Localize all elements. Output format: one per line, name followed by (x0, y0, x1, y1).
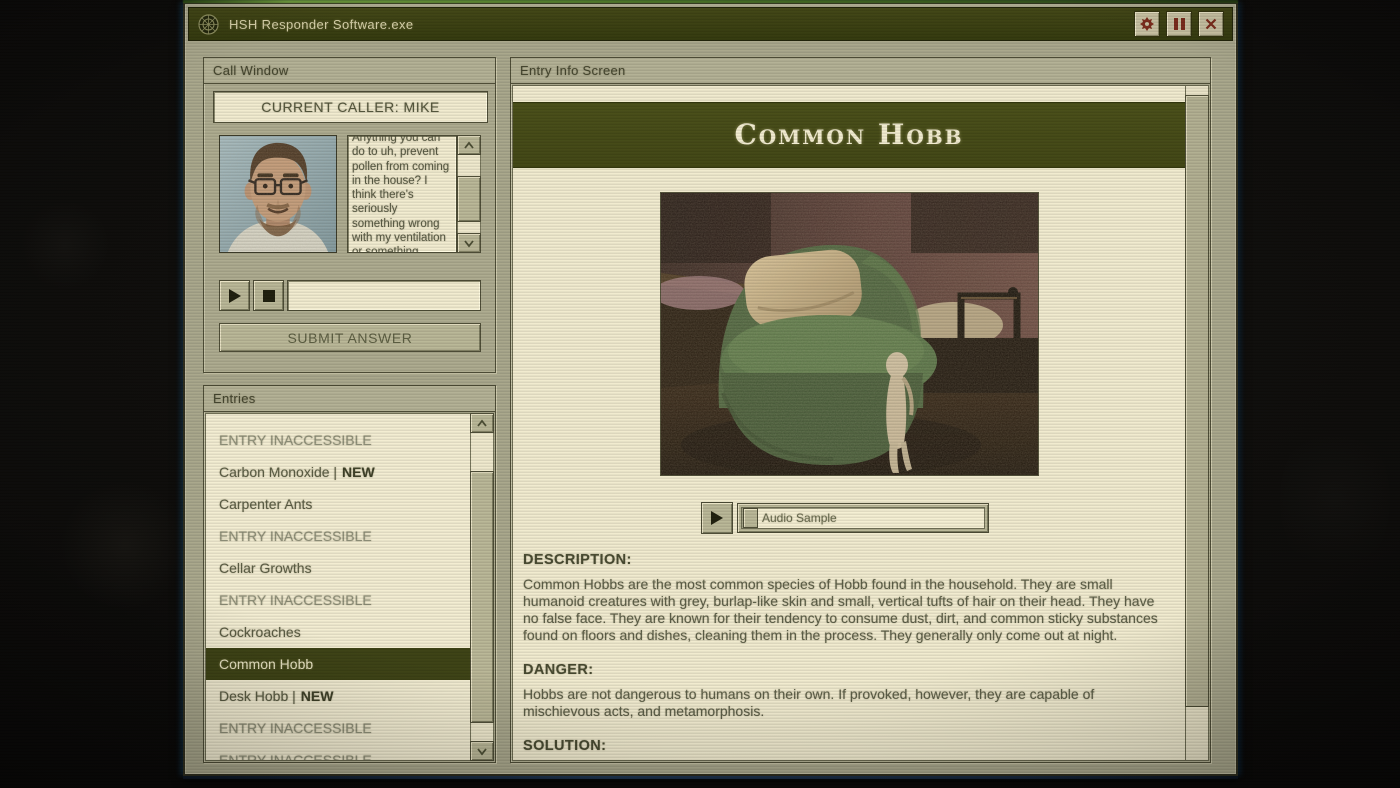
scroll-thumb[interactable] (470, 471, 494, 723)
danger-text: Hobbs are not dangerous to humans on the… (523, 686, 1171, 720)
entries-scrollbar[interactable] (470, 413, 494, 761)
entry-item-label: ENTRY INACCESSIBLE (219, 720, 372, 736)
entry-item-label: Carbon Monoxide | (219, 464, 337, 480)
entry-item[interactable]: Cellar Growths (206, 552, 470, 584)
entry-info-scroll-thumb[interactable] (1185, 95, 1209, 707)
entry-item-label: Common Hobb (219, 656, 313, 672)
window-titlebar: HSH Responder Software.exe (188, 7, 1233, 41)
crt-screen: HSH Responder Software.exe Ca (0, 0, 1400, 788)
audio-slider-handle[interactable] (743, 508, 758, 528)
entry-item-label: ENTRY INACCESSIBLE (219, 752, 372, 761)
entry-photo (660, 192, 1039, 476)
entries-header: Entries (204, 386, 495, 412)
scroll-down-button[interactable] (457, 233, 481, 253)
new-badge: NEW (342, 464, 375, 480)
scroll-up-button[interactable] (457, 135, 481, 155)
window-title: HSH Responder Software.exe (229, 17, 1128, 32)
panel-entry-info: Entry Info Screen Common Hobb (510, 57, 1211, 763)
entries-list: ENTRY INACCESSIBLE Carbon Monoxide |NEW … (205, 413, 470, 761)
audio-sample-row: Audio Sample (701, 502, 1175, 534)
entry-item[interactable]: Cockroaches (206, 616, 470, 648)
section-heading-danger: DANGER: (523, 662, 1175, 678)
entry-item-label: Cockroaches (219, 624, 301, 640)
panel-entries: Entries ENTRY INACCESSIBLE Carbon Monoxi… (203, 385, 496, 763)
play-call-button[interactable] (219, 280, 250, 311)
caller-photo (219, 135, 337, 253)
new-badge: NEW (301, 688, 334, 704)
stop-icon (263, 290, 275, 302)
submit-answer-button[interactable]: SUBMIT ANSWER (219, 323, 481, 352)
entry-title-banner: Common Hobb (513, 102, 1185, 168)
stop-call-button[interactable] (253, 280, 284, 311)
scroll-thumb[interactable] (457, 176, 481, 222)
close-icon (1204, 17, 1218, 31)
pause-icon (1174, 18, 1185, 30)
app-logo-icon (197, 13, 220, 36)
audio-progress-group: Audio Sample (737, 503, 989, 533)
call-transcript: Anything you can do to uh, prevent polle… (347, 135, 457, 253)
entry-item-label: Desk Hobb | (219, 688, 296, 704)
entry-item-label: ENTRY INACCESSIBLE (219, 432, 372, 448)
chevron-down-icon (476, 744, 488, 759)
call-window-header: Call Window (204, 58, 495, 84)
transcript-text: Anything you can do to uh, prevent polle… (348, 135, 456, 253)
play-icon (229, 289, 241, 303)
entry-info-scrollbar[interactable] (1185, 85, 1209, 761)
audio-play-button[interactable] (701, 502, 733, 534)
scroll-track[interactable] (470, 433, 494, 741)
gear-icon (1139, 16, 1155, 32)
entry-item-selected[interactable]: Common Hobb (206, 648, 470, 680)
entry-item[interactable]: Carpenter Ants (206, 488, 470, 520)
entry-item-label: Cellar Growths (219, 560, 312, 576)
app-window: HSH Responder Software.exe Ca (183, 2, 1238, 776)
section-heading-description: DESCRIPTION: (523, 552, 1175, 568)
answer-input[interactable] (287, 280, 481, 311)
close-button[interactable] (1198, 11, 1224, 37)
entry-info-header: Entry Info Screen (511, 58, 1210, 84)
entry-item-label: Carpenter Ants (219, 496, 312, 512)
chevron-up-icon (476, 416, 488, 431)
scroll-track[interactable] (457, 155, 481, 233)
settings-button[interactable] (1134, 11, 1160, 37)
dust-glow (60, 480, 190, 610)
entry-item[interactable]: ENTRY INACCESSIBLE (206, 712, 470, 744)
entry-item[interactable]: ENTRY INACCESSIBLE (206, 744, 470, 761)
entry-item[interactable]: Carbon Monoxide | NEW (206, 456, 470, 488)
audio-sample-label: Audio Sample (762, 511, 837, 525)
scroll-up-button[interactable] (470, 413, 494, 433)
chevron-down-icon (463, 236, 475, 251)
current-caller-banner: CURRENT CALLER: MIKE (213, 91, 488, 123)
transcript-scrollbar[interactable] (457, 135, 481, 253)
dust-glow (20, 200, 110, 290)
panel-call-window: Call Window CURRENT CALLER: MIKE (203, 57, 496, 373)
entry-info-content: Common Hobb (512, 85, 1185, 761)
section-heading-solution: SOLUTION: (523, 738, 1175, 754)
pause-button[interactable] (1166, 11, 1192, 37)
audio-progress-bar[interactable]: Audio Sample (741, 507, 985, 529)
entry-item[interactable]: ENTRY INACCESSIBLE (206, 520, 470, 552)
entry-item-label: ENTRY INACCESSIBLE (219, 592, 372, 608)
entry-item[interactable]: Desk Hobb | NEW (206, 680, 470, 712)
description-text: Common Hobbs are the most common species… (523, 576, 1171, 644)
entry-item[interactable]: ENTRY INACCESSIBLE (206, 424, 470, 456)
play-icon (711, 511, 723, 525)
chevron-up-icon (463, 138, 475, 153)
entry-item[interactable]: ENTRY INACCESSIBLE (206, 584, 470, 616)
dust-glow (1280, 420, 1390, 580)
scroll-down-button[interactable] (470, 741, 494, 761)
entry-item-label: ENTRY INACCESSIBLE (219, 528, 372, 544)
